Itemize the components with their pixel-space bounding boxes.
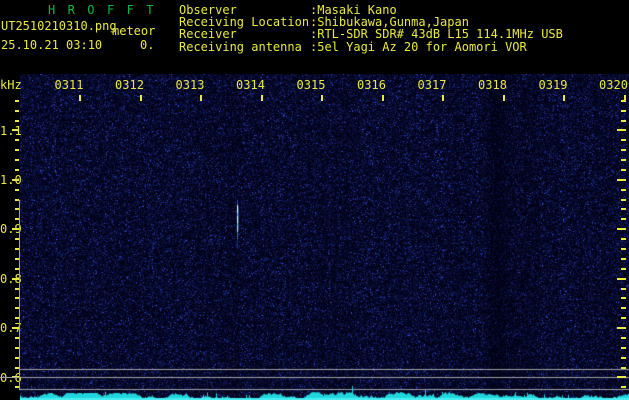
- station-field-value: :5el Yagi Az 20 for Aomori VOR: [310, 39, 527, 54]
- echo-count: 0.: [140, 38, 155, 52]
- freq-tick-right: [621, 287, 626, 290]
- freq-tick-left: [12, 327, 19, 330]
- freq-tick-right: [621, 99, 626, 102]
- freq-tick-right: [621, 168, 626, 171]
- time-label: 0313: [175, 78, 205, 92]
- time-label: 0317: [417, 78, 447, 92]
- freq-tick-left: [12, 178, 19, 181]
- freq-tick-right: [617, 327, 626, 330]
- freq-tick-right: [621, 238, 626, 241]
- freq-tick-right: [621, 267, 626, 270]
- time-tick: [502, 95, 505, 101]
- app-title: H R O F F T: [48, 3, 157, 17]
- freq-tick-right: [621, 317, 626, 320]
- freq-tick-left: [12, 277, 19, 280]
- station-field-value: :RTL-SDR SDR# 43dB L15 114.1MHz USB: [310, 27, 563, 42]
- freq-axis-unit: kHz: [0, 78, 22, 92]
- freq-tick-right: [621, 386, 626, 389]
- freq-tick-right: [621, 188, 626, 191]
- datetime-label: 25.10.21 03:10: [1, 38, 103, 52]
- time-label: 0314: [236, 78, 265, 92]
- time-tick: [139, 95, 142, 101]
- mode-label: meteor: [112, 24, 156, 38]
- capture-filename: UT2510210310.png: [1, 19, 117, 33]
- time-label: 0320: [599, 78, 628, 92]
- hrofft-window: H R O F F T UT2510210310.png meteor 25.1…: [0, 0, 629, 400]
- station-field-label: Receiving antenna: [179, 39, 302, 54]
- freq-tick-right: [621, 297, 626, 300]
- freq-tick-right: [621, 198, 626, 201]
- spectrogram-canvas: [20, 74, 629, 400]
- time-tick: [381, 95, 384, 101]
- freq-tick-right: [621, 307, 626, 310]
- time-label: 0318: [478, 78, 507, 92]
- time-tick: [563, 95, 565, 101]
- freq-tick-right: [621, 257, 626, 260]
- time-tick: [442, 95, 444, 101]
- freq-tick-right: [617, 376, 626, 379]
- station-field-label: Observer: [179, 3, 237, 17]
- freq-tick-right: [621, 366, 626, 369]
- freq-tick-right: [617, 129, 626, 132]
- reference-line-stub: [0, 377, 20, 378]
- freq-tick-right: [617, 277, 626, 280]
- time-tick: [79, 95, 81, 101]
- freq-tick-left: [12, 129, 19, 132]
- time-label: 0311: [54, 78, 84, 92]
- freq-tick-right: [621, 248, 626, 250]
- counting-box-left-line: [19, 200, 20, 390]
- time-tick: [321, 95, 323, 101]
- freq-tick-right: [621, 109, 626, 112]
- freq-tick-left: [15, 109, 19, 112]
- freq-tick-left: [15, 188, 19, 191]
- freq-tick-right: [617, 228, 626, 231]
- freq-tick-left: [15, 99, 19, 102]
- station-field-label: Receiver: [179, 27, 237, 42]
- freq-tick-left: [12, 228, 19, 231]
- time-label: 0315: [296, 78, 326, 92]
- time-tick: [200, 95, 202, 101]
- freq-tick-right: [621, 119, 626, 122]
- freq-tick-left: [15, 159, 19, 162]
- time-label: 0319: [538, 78, 568, 92]
- time-label: 0312: [115, 78, 144, 92]
- freq-tick-right: [621, 159, 626, 162]
- freq-tick-left: [15, 139, 19, 142]
- freq-tick-left: [15, 119, 19, 122]
- freq-tick-right: [621, 356, 626, 359]
- freq-tick-right: [617, 178, 626, 181]
- time-label: 0316: [357, 78, 386, 92]
- freq-tick-right: [621, 336, 626, 339]
- time-tick: [260, 95, 263, 101]
- freq-tick-left: [15, 149, 19, 152]
- station-field-label: Receiving Location: [179, 15, 310, 30]
- freq-tick-right: [621, 346, 626, 349]
- freq-tick-right: [621, 139, 626, 142]
- freq-tick-right: [621, 218, 626, 221]
- freq-tick-right: [621, 208, 626, 211]
- station-field-value: :Masaki Kano: [310, 3, 397, 17]
- freq-tick-left: [15, 168, 19, 171]
- freq-tick-right: [621, 149, 626, 152]
- station-field-value: :Shibukawa,Gunma,Japan: [310, 15, 469, 30]
